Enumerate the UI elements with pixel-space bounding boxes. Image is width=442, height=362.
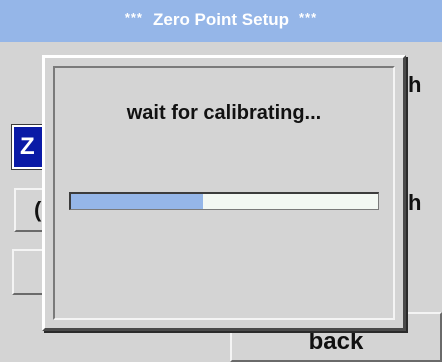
progress-fill (71, 194, 203, 209)
menu-button-2-label: ( (34, 197, 42, 222)
dialog-frame: wait for calibrating... (53, 66, 395, 320)
page-title: Zero Point Setup (153, 10, 289, 29)
title-prefix: *** (124, 9, 143, 25)
background-text-2: h (408, 190, 422, 215)
back-button-label: back (308, 328, 364, 355)
background-text-1: h (408, 72, 422, 97)
dialog-message: wait for calibrating... (126, 102, 322, 124)
title-bar: *** Zero Point Setup *** (0, 0, 442, 42)
calibration-progress-bar (69, 192, 379, 210)
calibration-dialog: wait for calibrating... (42, 55, 406, 331)
title-suffix: *** (299, 9, 318, 25)
selected-menu-button-label: Z (20, 133, 35, 160)
